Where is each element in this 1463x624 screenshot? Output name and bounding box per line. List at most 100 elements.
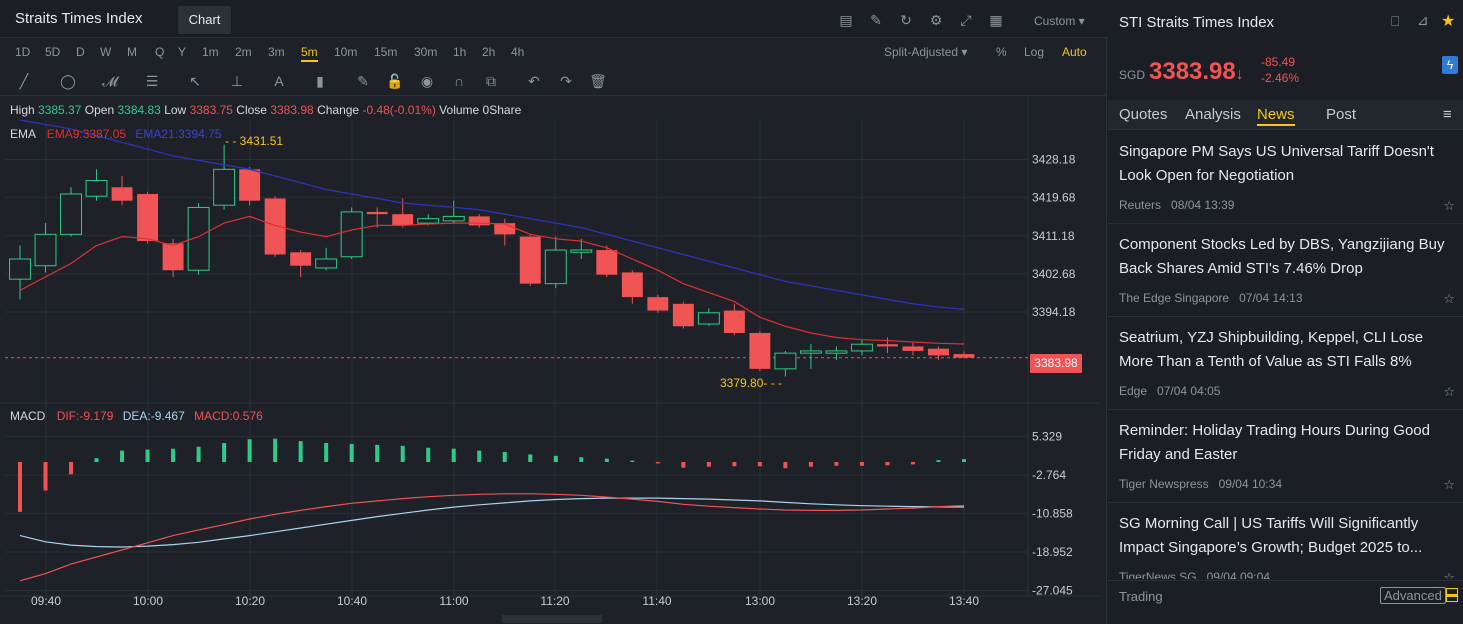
- timeframe-5d[interactable]: 5D: [45, 45, 60, 59]
- percent-toggle[interactable]: %: [996, 45, 1007, 59]
- candle-down: [928, 348, 949, 356]
- timeframe-15m[interactable]: 15m: [374, 45, 397, 59]
- macd-bar: [604, 458, 609, 462]
- ema21-value: EMA21:3394.75: [135, 127, 222, 141]
- news-item[interactable]: Singapore PM Says US Universal Tariff Do…: [1108, 131, 1463, 224]
- timeframe-2h[interactable]: 2h: [482, 45, 495, 59]
- chart-scroll-handle[interactable]: [502, 615, 602, 623]
- dea-line: [19, 497, 965, 548]
- timeframe-5m[interactable]: 5m: [301, 45, 318, 62]
- panel-toggle-icon[interactable]: ▬: [1446, 588, 1458, 602]
- news-headline[interactable]: Reminder: Holiday Trading Hours During G…: [1119, 419, 1459, 467]
- tab-post[interactable]: Post: [1326, 106, 1356, 123]
- news-headline[interactable]: Component Stocks Led by DBS, Yangzijiang…: [1119, 233, 1459, 281]
- news-headline[interactable]: Seatrium, YZJ Shipbuilding, Keppel, CLI …: [1119, 326, 1459, 374]
- star-filled-icon[interactable]: ★: [1441, 11, 1455, 31]
- timeframe-d[interactable]: D: [76, 45, 85, 59]
- indicator-icon[interactable]: ▤: [838, 12, 854, 28]
- price-chart[interactable]: 09:40 10:00 10:20 10:40 11:00 11:20 11:40 13:00…: [0, 96, 1100, 616]
- star-icon[interactable]: ☆: [1443, 198, 1455, 214]
- candle-down: [723, 310, 745, 333]
- news-meta: TigerNews SG 09/04 09:04: [1119, 570, 1270, 579]
- copy-icon[interactable]: ⧉: [482, 72, 500, 90]
- timeframe-w[interactable]: W: [100, 45, 111, 59]
- down-arrow-icon: ↓: [1235, 66, 1244, 83]
- dif-value: DIF:-9.179: [56, 409, 114, 423]
- ema21-line: [19, 119, 965, 311]
- dea-value: DEA:-9.467: [122, 409, 185, 423]
- layout-grid-icon[interactable]: ▦: [988, 12, 1004, 28]
- trash-icon[interactable]: 🗑: [589, 72, 607, 90]
- news-headline[interactable]: Singapore PM Says US Universal Tariff Do…: [1119, 140, 1459, 188]
- bar-tool-icon[interactable]: ▮: [311, 72, 329, 90]
- news-headline[interactable]: SG Morning Call | US Tariffs Will Signif…: [1119, 512, 1459, 560]
- macd-bar: [145, 449, 150, 462]
- tab-analysis[interactable]: Analysis: [1185, 106, 1241, 123]
- custom-dropdown[interactable]: Custom ▾: [1034, 14, 1085, 28]
- auto-toggle[interactable]: Auto: [1062, 45, 1087, 59]
- tab-quotes[interactable]: Quotes: [1119, 106, 1167, 123]
- gear-icon[interactable]: ⚙: [928, 12, 944, 28]
- news-item[interactable]: Component Stocks Led by DBS, Yangzijiang…: [1108, 224, 1463, 317]
- news-source: Tiger Newspress: [1119, 477, 1209, 491]
- star-icon[interactable]: ☆: [1443, 570, 1455, 579]
- timeframe-10m[interactable]: 10m: [334, 45, 357, 59]
- star-icon[interactable]: ☆: [1443, 477, 1455, 493]
- arrow-tool-icon[interactable]: ↖: [186, 72, 204, 90]
- bookmark-icon[interactable]: ⎕: [1391, 13, 1399, 30]
- shape-tool-icon[interactable]: ◯: [59, 72, 77, 90]
- macd-bar: [706, 462, 711, 467]
- timeframe-2m[interactable]: 2m: [235, 45, 252, 59]
- candle-down: [953, 354, 975, 358]
- macd-bar: [43, 462, 48, 491]
- pencil-icon[interactable]: ✎: [354, 72, 372, 90]
- pin-icon[interactable]: ⊿: [1417, 12, 1429, 29]
- fullscreen-icon[interactable]: ⤢: [958, 12, 974, 28]
- advanced-button[interactable]: Advanced: [1380, 587, 1446, 604]
- macd-bar: [120, 450, 125, 462]
- pattern-tool-icon[interactable]: 𝓜: [101, 72, 119, 90]
- x-tick-label: 09:40: [31, 594, 61, 608]
- trading-label[interactable]: Trading: [1119, 589, 1163, 604]
- tab-chart[interactable]: Chart: [178, 6, 231, 34]
- log-toggle[interactable]: Log: [1024, 45, 1044, 59]
- draw-icon[interactable]: ✎: [868, 12, 884, 28]
- line-tool-icon[interactable]: ╱: [15, 72, 33, 90]
- timeframe-q[interactable]: Q: [155, 45, 164, 59]
- lock-icon[interactable]: 🔓: [386, 72, 404, 90]
- fib-tool-icon[interactable]: ☰: [143, 72, 161, 90]
- split-adjusted-dropdown[interactable]: Split-Adjusted ▾: [884, 45, 967, 59]
- macd-bar: [247, 439, 252, 462]
- candle-down: [366, 211, 388, 215]
- timeframe-y[interactable]: Y: [178, 45, 186, 59]
- measure-tool-icon[interactable]: ⊥: [228, 72, 246, 90]
- macd-tick-label: -27.045: [1032, 583, 1073, 597]
- timeframe-1h[interactable]: 1h: [453, 45, 466, 59]
- timeframe-1d[interactable]: 1D: [15, 45, 30, 59]
- candle-down: [621, 272, 643, 298]
- news-item[interactable]: Reminder: Holiday Trading Hours During G…: [1108, 410, 1463, 503]
- macd-bar: [962, 459, 966, 462]
- star-icon[interactable]: ☆: [1443, 291, 1455, 307]
- candle-up: [850, 343, 873, 352]
- macd-value: MACD:0.576: [194, 409, 263, 423]
- text-tool-icon[interactable]: A: [270, 72, 288, 90]
- macd-bar: [783, 462, 788, 469]
- news-item[interactable]: SG Morning Call | US Tariffs Will Signif…: [1108, 503, 1463, 579]
- timeframe-4h[interactable]: 4h: [511, 45, 524, 59]
- timeframe-1m[interactable]: 1m: [202, 45, 219, 59]
- timeframe-3m[interactable]: 3m: [268, 45, 285, 59]
- news-item[interactable]: Seatrium, YZJ Shipbuilding, Keppel, CLI …: [1108, 317, 1463, 410]
- refresh-icon[interactable]: ↻: [898, 12, 914, 28]
- undo-icon[interactable]: ↶: [525, 72, 543, 90]
- timeframe-m[interactable]: M: [127, 45, 137, 59]
- star-icon[interactable]: ☆: [1443, 384, 1455, 400]
- timeframe-30m[interactable]: 30m: [414, 45, 437, 59]
- macd-bar: [477, 450, 482, 462]
- tab-news[interactable]: News: [1257, 106, 1295, 126]
- redo-icon[interactable]: ↷: [557, 72, 575, 90]
- menu-icon[interactable]: ≡: [1443, 106, 1452, 123]
- lightning-icon[interactable]: ϟ: [1442, 56, 1458, 74]
- eye-icon[interactable]: ◉: [418, 72, 436, 90]
- magnet-icon[interactable]: ∩: [450, 72, 468, 90]
